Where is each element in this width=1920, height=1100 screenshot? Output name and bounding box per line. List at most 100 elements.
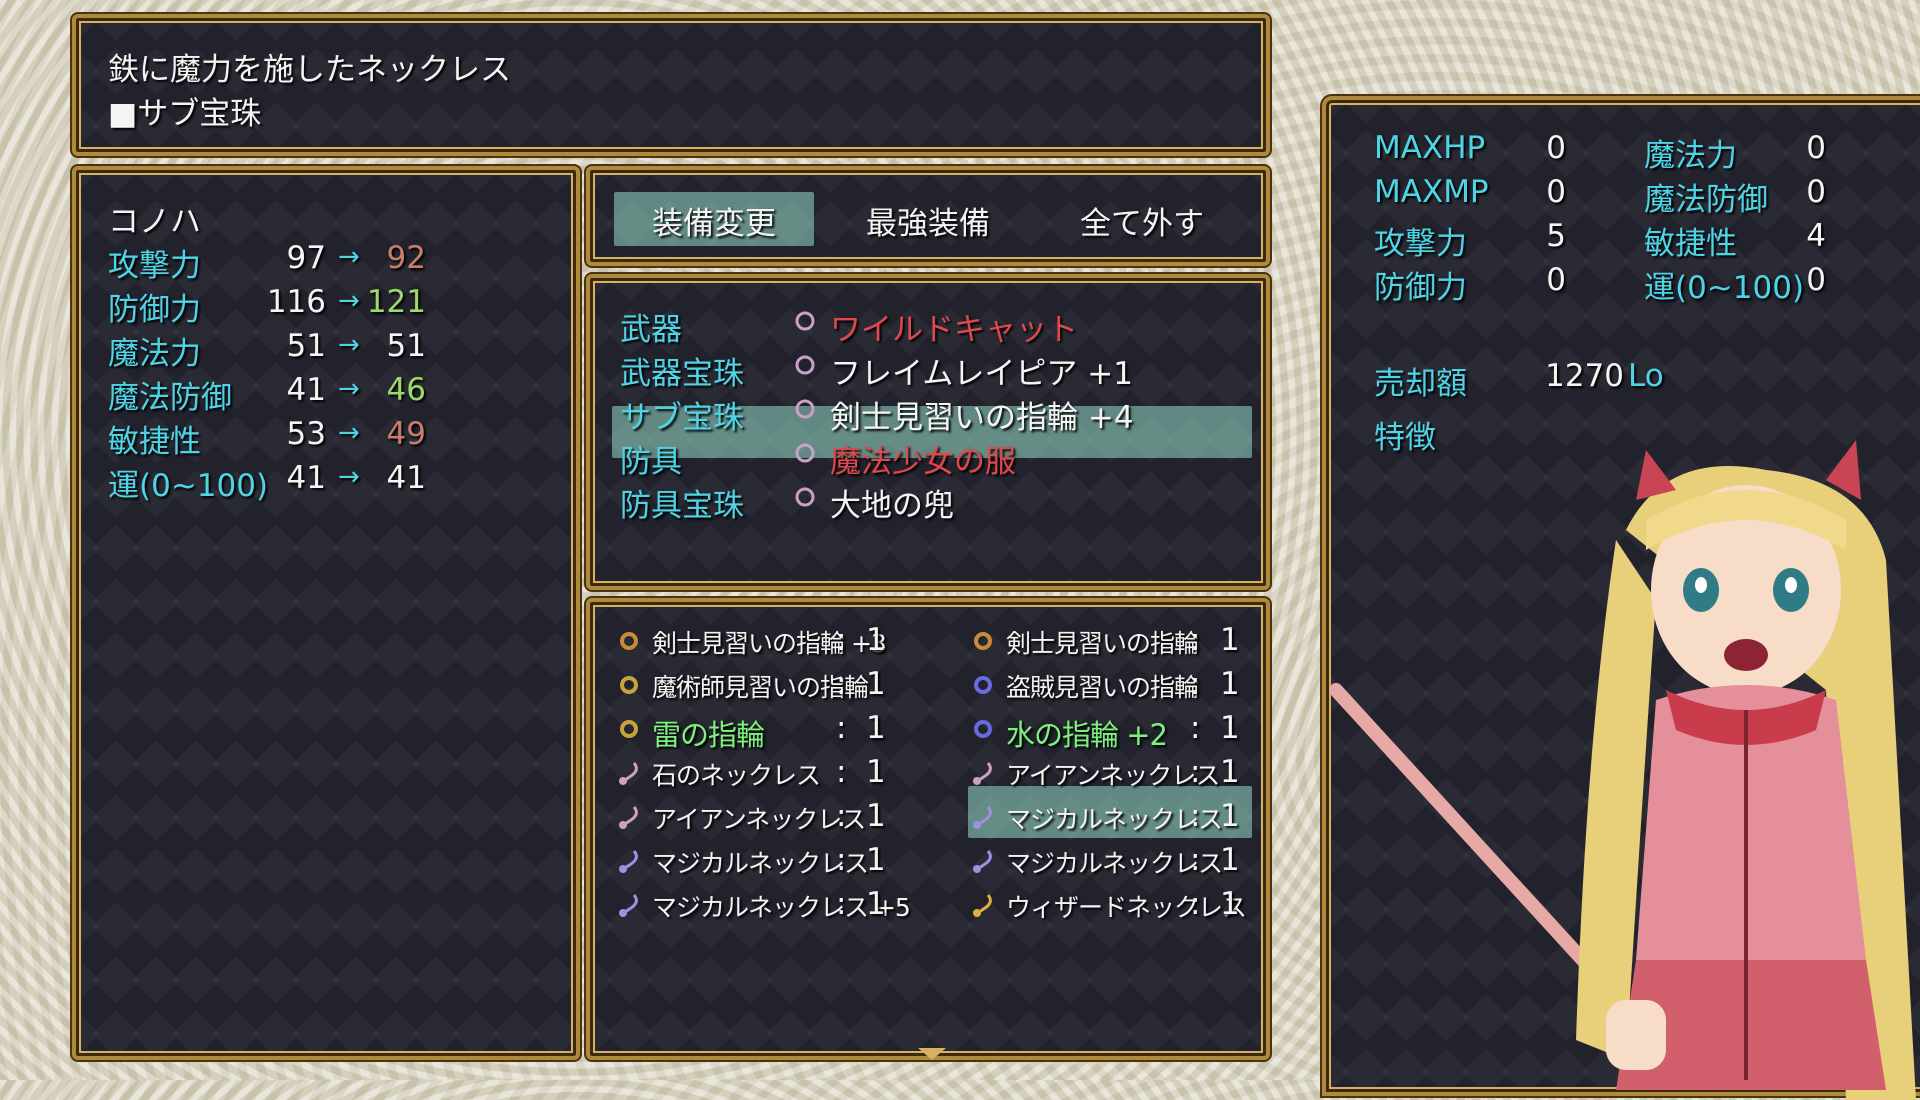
slot-window: 武器 ワイルドキャット 武器宝珠 フレイムレイピア +1 サブ宝珠 剣士見習いの… [586, 274, 1270, 590]
ring-icon [620, 720, 638, 738]
status-current-value: 41 [286, 372, 326, 408]
inventory-item-count: 1 [866, 710, 886, 746]
equip-slot-item: 剣士見習いの指輪 +4 [830, 400, 1134, 436]
inventory-colon: : [836, 710, 847, 746]
item-stat-label: 防御力 [1374, 270, 1467, 306]
inventory-item-count: 1 [1220, 754, 1240, 790]
price-value: 1270 [1545, 358, 1624, 394]
status-label: 敏捷性 [108, 424, 201, 460]
inventory-item-name: 剣士見習いの指輪 [1006, 629, 1199, 658]
inventory-colon: : [836, 622, 847, 658]
item-stat-value: 4 [1806, 218, 1826, 254]
equip-slot-item: ワイルドキャット [830, 312, 1078, 348]
item-stat-label: 攻撃力 [1374, 226, 1467, 262]
inventory-item-count: 1 [1220, 842, 1240, 878]
actor-name: コノハ [108, 204, 201, 240]
inventory-colon: : [1190, 886, 1201, 922]
status-label: 魔法防御 [108, 380, 232, 416]
equip-slot-label: 防具宝珠 [620, 488, 744, 524]
help-line-2: ■サブ宝珠 [108, 96, 262, 132]
armor-icon [795, 443, 815, 463]
inventory-item-count: 1 [866, 798, 886, 834]
status-label: 攻撃力 [108, 248, 201, 284]
status-current-value: 53 [286, 416, 326, 452]
equip-slot-label: サブ宝珠 [620, 400, 744, 436]
equip-slot-item: 魔法少女の服 [830, 444, 1016, 480]
ring-icon [974, 632, 992, 650]
necklace-icon [619, 850, 638, 873]
price-label: 売却額 [1374, 366, 1467, 402]
item-stat-label: 敏捷性 [1644, 226, 1737, 262]
status-label: 防御力 [108, 292, 201, 328]
inventory-colon: : [1190, 842, 1201, 878]
item-info-window: MAXHP 0 魔法力 0 MAXMP 0 魔法防御 0 攻撃力 5 敏捷性 4 防御力 0… [1322, 96, 1920, 1100]
sword-icon [795, 311, 815, 331]
inventory-colon: : [1190, 710, 1201, 746]
status-new-value: 49 [386, 416, 426, 452]
equip-slot-item: フレイムレイピア +1 [830, 356, 1133, 392]
item-stat-value: 0 [1546, 130, 1566, 166]
status-new-value: 41 [386, 460, 426, 496]
command-clear-all[interactable]: 全て外す [1080, 198, 1204, 243]
ring-icon [620, 632, 638, 650]
inventory-item-name: アイアンネックレス [1006, 761, 1220, 790]
price-currency: Lo [1628, 358, 1664, 394]
inventory-item-name: 石のネックレス [652, 761, 821, 790]
item-stat-value: 0 [1806, 130, 1826, 166]
status-window: コノハ 攻撃力 97 → 92 防御力 116 → 121 魔法力 51 → 51 魔… [72, 166, 580, 1060]
status-current-value: 41 [286, 460, 326, 496]
inventory-colon: : [1190, 798, 1201, 834]
item-stat-value: 5 [1546, 218, 1566, 254]
helmet-icon [795, 487, 815, 507]
status-new-value: 51 [386, 328, 426, 364]
help-window: 鉄に魔力を施したネックレス ■サブ宝珠 [72, 14, 1270, 156]
equip-slot-label: 武器宝珠 [620, 356, 744, 392]
inventory-item-count: 1 [1220, 666, 1240, 702]
necklace-icon [973, 894, 992, 917]
inventory-item-count: 1 [866, 622, 886, 658]
equip-slot-item: 大地の兜 [830, 488, 954, 524]
inventory-item-count: 1 [1220, 622, 1240, 658]
inventory-colon: : [836, 886, 847, 922]
command-equip-change[interactable]: 装備変更 [652, 198, 776, 243]
ring-icon [620, 676, 638, 694]
inventory-colon: : [1190, 754, 1201, 790]
item-list-window: 剣士見習いの指輪 +3 : 1 剣士見習いの指輪 : 1 魔術師見習いの指輪 :… [586, 598, 1270, 1060]
item-stat-label: MAXHP [1374, 130, 1486, 166]
inventory-item-count: 1 [1220, 886, 1240, 922]
scroll-down-arrow-icon[interactable] [918, 1048, 946, 1060]
inventory-colon: : [1190, 666, 1201, 702]
status-current-value: 116 [266, 284, 326, 320]
ring-icon [974, 676, 992, 694]
inventory-colon: : [836, 666, 847, 702]
equip-slot-label: 武器 [620, 312, 682, 348]
necklace-icon [973, 762, 992, 785]
ring-icon [795, 399, 815, 419]
command-window: 装備変更 最強装備 全て外す [586, 166, 1270, 266]
inventory-item-name: 剣士見習いの指輪 +3 [652, 629, 887, 658]
command-optimize[interactable]: 最強装備 [866, 198, 990, 243]
status-label: 魔法力 [108, 336, 201, 372]
item-stat-value: 0 [1546, 174, 1566, 210]
inventory-item-count: 1 [1220, 798, 1240, 834]
item-stat-label: MAXMP [1374, 174, 1489, 210]
item-stat-label: 運(0~100) [1644, 270, 1805, 306]
item-stat-value: 0 [1806, 174, 1826, 210]
inventory-colon: : [836, 798, 847, 834]
item-stat-label: 魔法防御 [1644, 182, 1768, 218]
necklace-icon [619, 894, 638, 917]
item-stat-value: 0 [1546, 262, 1566, 298]
inventory-item-count: 1 [866, 842, 886, 878]
necklace-icon [973, 806, 992, 829]
status-label: 運(0~100) [108, 468, 269, 504]
item-stat-value: 0 [1806, 262, 1826, 298]
status-current-value: 97 [286, 240, 326, 276]
inventory-colon: : [1190, 622, 1201, 658]
rapier-icon [795, 355, 815, 375]
inventory-item-name: 雷の指輪 [652, 718, 765, 752]
status-new-value: 92 [386, 240, 426, 276]
equip-slot-label: 防具 [620, 444, 682, 480]
ring-icon [974, 720, 992, 738]
character-portrait [1329, 440, 1916, 1100]
necklace-icon [973, 850, 992, 873]
